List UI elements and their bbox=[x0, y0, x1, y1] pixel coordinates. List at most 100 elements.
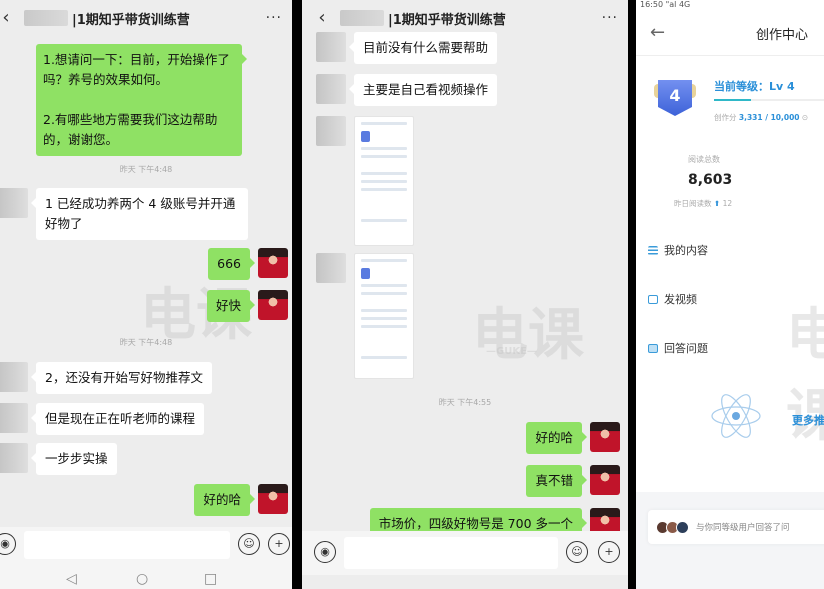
avatar[interactable] bbox=[0, 188, 28, 218]
message-input[interactable] bbox=[24, 531, 230, 559]
thumb-badge bbox=[361, 131, 370, 142]
menu-item-label: 发视频 bbox=[664, 293, 697, 306]
nav-back-icon[interactable]: ◁ bbox=[66, 571, 77, 587]
thumb-line bbox=[361, 356, 407, 359]
avatar[interactable] bbox=[316, 74, 346, 104]
chat-header: ‹ |1期知乎带货训练营 ··· bbox=[302, 0, 628, 36]
avatar[interactable] bbox=[258, 248, 288, 278]
message-row: 好快 bbox=[206, 290, 288, 322]
status-bar: 16:50 "al 4G bbox=[640, 0, 691, 9]
thumb-line bbox=[361, 325, 407, 328]
reads-total: 8,603 bbox=[688, 172, 733, 188]
blurred-contact-name bbox=[24, 10, 68, 26]
chevron-left-icon[interactable]: ‹ bbox=[312, 0, 332, 36]
thumb-line bbox=[361, 317, 407, 320]
thumb-line bbox=[361, 188, 407, 191]
menu-item-my-content[interactable]: 我的内容 bbox=[648, 242, 708, 258]
nav-home-icon[interactable]: ○ bbox=[136, 571, 148, 587]
message-row bbox=[316, 116, 414, 246]
avatar[interactable] bbox=[590, 465, 620, 495]
avatar[interactable] bbox=[316, 253, 346, 283]
more-recommend-link[interactable]: 更多推 bbox=[792, 412, 824, 428]
plus-icon[interactable]: + bbox=[268, 533, 290, 555]
message-bubble: 2，还没有开始写好物推荐文 bbox=[31, 362, 212, 394]
message-bubble: 1.想请问一下：目前，开始操作了吗？养号的效果如何。 2.有哪些地方需要我们这边… bbox=[36, 44, 247, 156]
chat-input-bar: ◉ ☺ + bbox=[302, 531, 628, 575]
avatar bbox=[676, 520, 689, 534]
timestamp: 昨天 下午4:48 bbox=[119, 165, 173, 174]
thumb-line bbox=[361, 259, 407, 262]
avatar[interactable] bbox=[258, 290, 288, 320]
score-value: 3,331 / 10,000 bbox=[738, 113, 800, 122]
message-bubble: 666 bbox=[208, 248, 255, 280]
image-message[interactable] bbox=[354, 116, 414, 246]
nav-recent-icon[interactable]: □ bbox=[204, 571, 217, 587]
message-bubble: 真不错 bbox=[526, 465, 587, 497]
thumb-badge bbox=[361, 268, 370, 279]
message-row: 但是现在正在听老师的课程 bbox=[0, 403, 205, 435]
voice-icon[interactable]: ◉ bbox=[314, 541, 336, 563]
arrow-up-icon: ⬆ bbox=[713, 199, 721, 208]
avatar[interactable] bbox=[0, 443, 28, 473]
thumb-line bbox=[361, 219, 407, 222]
reads-yesterday-delta: 12 bbox=[722, 199, 733, 208]
message-row: 2，还没有开始写好物推荐文 bbox=[0, 362, 212, 394]
level-progress-fill bbox=[714, 99, 751, 101]
message-bubble: 目前没有什么需要帮助 bbox=[348, 32, 498, 64]
message-input[interactable] bbox=[344, 537, 558, 569]
avatar[interactable] bbox=[0, 403, 28, 433]
more-icon[interactable]: ··· bbox=[266, 0, 282, 36]
watermark-subtitle: —GUKE— bbox=[486, 346, 537, 357]
atom-icon bbox=[711, 394, 761, 438]
message-bubble: 好快 bbox=[206, 290, 256, 322]
more-icon[interactable]: ··· bbox=[602, 0, 618, 36]
message-row: 1 已经成功养两个 4 级账号并开通好物了 bbox=[0, 188, 248, 240]
menu-item-label: 回答问题 bbox=[664, 342, 708, 355]
level-badge-icon: 4 bbox=[658, 80, 692, 116]
answer-icon bbox=[648, 343, 658, 353]
message-row: 主要是自己看视频操作 bbox=[316, 74, 498, 106]
thumb-line bbox=[361, 180, 407, 183]
avatar[interactable] bbox=[258, 484, 288, 514]
video-icon bbox=[648, 294, 658, 304]
message-row: 一步步实操 bbox=[0, 443, 117, 475]
message-bubble: 好的哈 bbox=[194, 484, 255, 516]
avatar[interactable] bbox=[590, 422, 620, 452]
chat-panel-middle: 电课 —GUKE— ‹ |1期知乎带货训练营 ··· 目前没有什么需要帮助 主要… bbox=[302, 0, 628, 589]
peer-answers-card[interactable]: 与你同等级用户回答了问 bbox=[648, 510, 824, 544]
chat-title: |1期知乎带货训练营 bbox=[72, 12, 190, 28]
thumb-line bbox=[361, 284, 407, 287]
thumb-line bbox=[361, 147, 407, 150]
thumb-line bbox=[361, 292, 407, 295]
info-icon[interactable]: ⊙ bbox=[802, 113, 808, 122]
creator-center-panel: 电课 16:50 "al 4G ← 创作中心 4 当前等级：Lv 4 创作分 3… bbox=[636, 0, 824, 589]
avatar[interactable] bbox=[0, 362, 28, 392]
reads-label: 阅读总数 bbox=[688, 155, 720, 164]
message-bubble: 1 已经成功养两个 4 级账号并开通好物了 bbox=[31, 188, 248, 240]
thumb-line bbox=[361, 155, 407, 158]
avatar[interactable] bbox=[316, 116, 346, 146]
thumb-line bbox=[361, 122, 407, 125]
menu-item-answer[interactable]: 回答问题 bbox=[648, 340, 708, 356]
message-row bbox=[316, 253, 414, 379]
avatar[interactable] bbox=[316, 32, 346, 62]
message-bubble: 一步步实操 bbox=[31, 443, 117, 475]
message-row: 1.想请问一下：目前，开始操作了吗？养号的效果如何。 2.有哪些地方需要我们这边… bbox=[36, 44, 250, 156]
menu-item-post-video[interactable]: 发视频 bbox=[648, 291, 697, 307]
score-row: 创作分 3,331 / 10,000 ⊙ bbox=[714, 112, 808, 123]
blurred-contact-name bbox=[340, 10, 384, 26]
chat-title: |1期知乎带货训练营 bbox=[388, 12, 506, 28]
message-row: 666 bbox=[208, 248, 288, 280]
arrow-left-icon[interactable]: ← bbox=[650, 22, 665, 43]
score-label: 创作分 bbox=[714, 113, 737, 122]
page-title: 创作中心 bbox=[756, 28, 809, 43]
system-nav-bar: ◁ ○ □ bbox=[0, 563, 292, 589]
image-message[interactable] bbox=[354, 253, 414, 379]
plus-icon[interactable]: + bbox=[598, 541, 620, 563]
emoji-icon[interactable]: ☺ bbox=[238, 533, 260, 555]
emoji-icon[interactable]: ☺ bbox=[566, 541, 588, 563]
thumb-line bbox=[361, 172, 407, 175]
chevron-left-icon[interactable]: ‹ bbox=[0, 0, 16, 36]
voice-icon[interactable]: ◉ bbox=[0, 533, 16, 555]
page-header: ← 创作中心 bbox=[636, 14, 824, 56]
